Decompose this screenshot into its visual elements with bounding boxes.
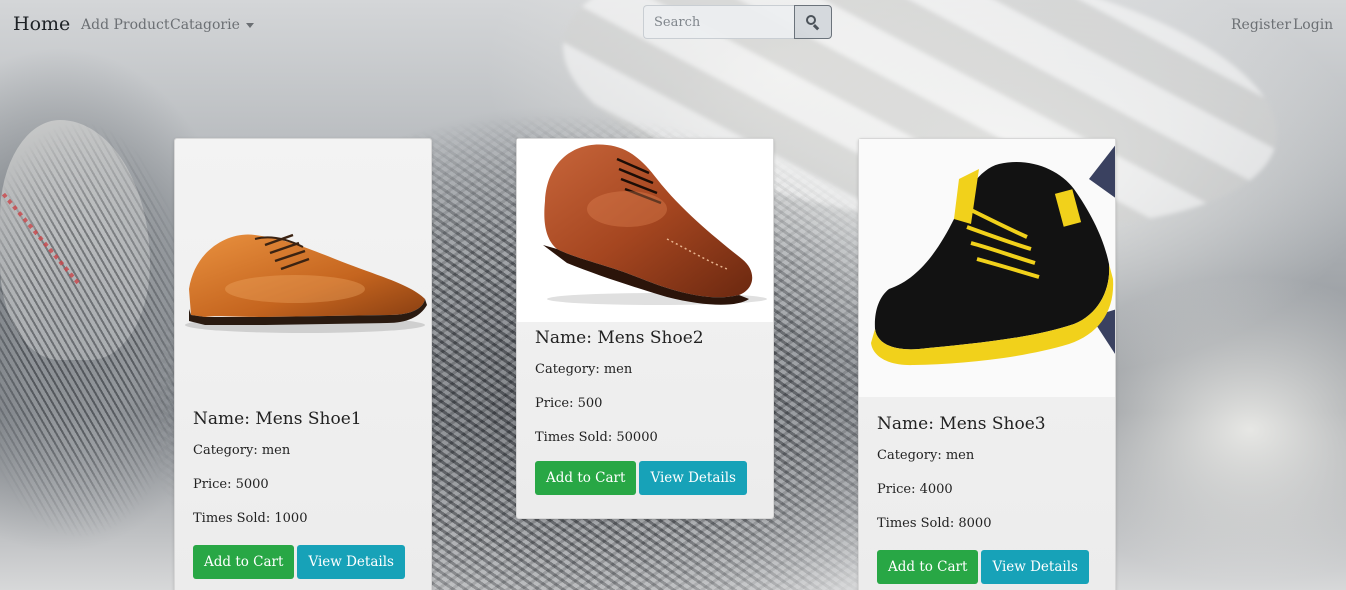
black-yellow-sneaker-image bbox=[871, 145, 1115, 366]
product-actions: Add to Cart View Details bbox=[535, 461, 755, 495]
product-card-2: Name: Mens Shoe2 Category: men Price: 50… bbox=[516, 138, 774, 519]
add-product-link[interactable]: Add Product bbox=[81, 17, 169, 33]
product-price: Price: 4000 bbox=[877, 482, 953, 497]
category-dropdown-label: Catagorie bbox=[170, 17, 240, 33]
product-card-body: Name: Mens Shoe1 Category: men Price: 50… bbox=[175, 409, 431, 579]
product-card-body: Name: Mens Shoe3 Category: men Price: 40… bbox=[859, 397, 1115, 584]
product-name: Name: Mens Shoe1 bbox=[193, 409, 362, 429]
product-name: Name: Mens Shoe3 bbox=[877, 414, 1046, 434]
search-input[interactable] bbox=[643, 5, 794, 39]
add-to-cart-button[interactable]: Add to Cart bbox=[877, 550, 979, 584]
product-actions: Add to Cart View Details bbox=[877, 550, 1097, 584]
register-link[interactable]: Register bbox=[1231, 17, 1291, 33]
product-times-sold: Times Sold: 1000 bbox=[193, 511, 308, 526]
product-image-black-yellow-sneaker[interactable] bbox=[859, 139, 1115, 397]
search-button[interactable] bbox=[794, 5, 832, 39]
product-image-tan-oxford[interactable] bbox=[175, 139, 431, 409]
search-form bbox=[643, 5, 832, 39]
navbar: Home Add Product Catagorie Register Logi… bbox=[0, 0, 1346, 50]
brown-brogue-shoe-image bbox=[543, 144, 767, 305]
add-to-cart-button[interactable]: Add to Cart bbox=[193, 545, 295, 579]
product-category: Category: men bbox=[877, 448, 975, 463]
product-category: Category: men bbox=[535, 362, 633, 377]
product-actions: Add to Cart View Details bbox=[193, 545, 413, 579]
product-price: Price: 5000 bbox=[193, 477, 269, 492]
view-details-button[interactable]: View Details bbox=[981, 550, 1089, 584]
product-name: Name: Mens Shoe2 bbox=[535, 328, 704, 348]
caret-down-icon bbox=[245, 22, 254, 28]
product-card-body: Name: Mens Shoe2 Category: men Price: 50… bbox=[517, 322, 773, 495]
product-times-sold: Times Sold: 50000 bbox=[535, 430, 658, 445]
view-details-button[interactable]: View Details bbox=[297, 545, 405, 579]
search-icon bbox=[806, 15, 820, 31]
product-category: Category: men bbox=[193, 443, 291, 458]
product-image-brown-brogue[interactable] bbox=[517, 139, 773, 322]
product-card-3: Name: Mens Shoe3 Category: men Price: 40… bbox=[858, 138, 1116, 590]
view-details-button[interactable]: View Details bbox=[639, 461, 747, 495]
product-times-sold: Times Sold: 8000 bbox=[877, 516, 992, 531]
product-price: Price: 500 bbox=[535, 396, 603, 411]
login-link[interactable]: Login bbox=[1293, 17, 1333, 33]
home-link[interactable]: Home bbox=[13, 13, 70, 35]
tan-leather-oxford-shoe-image bbox=[185, 233, 427, 333]
product-card-1: Name: Mens Shoe1 Category: men Price: 50… bbox=[174, 138, 432, 590]
add-to-cart-button[interactable]: Add to Cart bbox=[535, 461, 637, 495]
category-dropdown[interactable]: Catagorie bbox=[170, 17, 254, 33]
